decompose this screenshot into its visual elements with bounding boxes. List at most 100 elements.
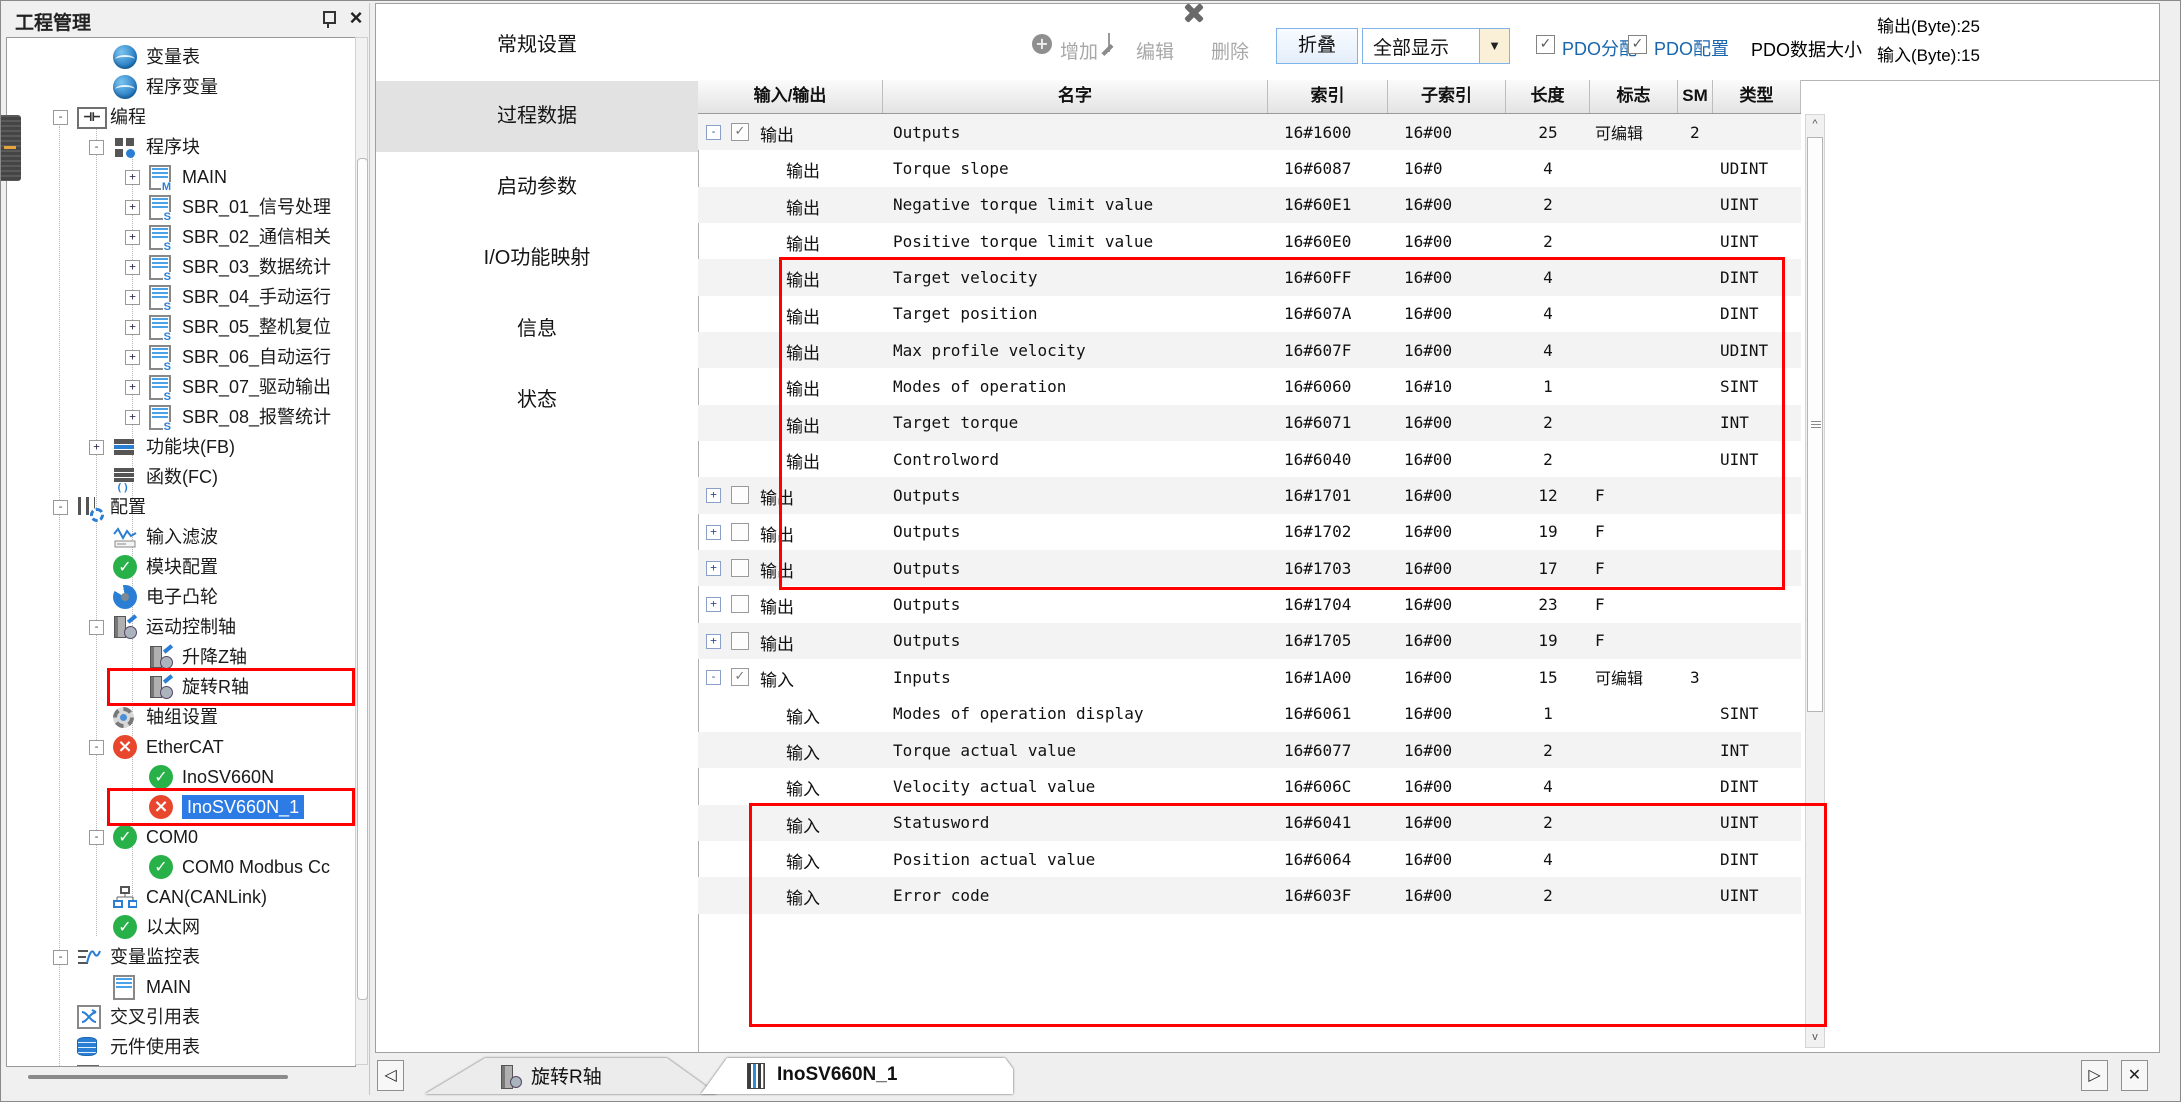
- close-icon[interactable]: ×: [345, 5, 367, 31]
- tree-item-MAIN[interactable]: MAIN: [7, 972, 356, 1002]
- tree-item-COM0 Modbus Cc[interactable]: ✓COM0 Modbus Cc: [7, 852, 356, 882]
- tree-item-模块配置[interactable]: ✓模块配置: [7, 552, 356, 582]
- pdo-row[interactable]: 输出Max profile velocity16#607F16#004UDINT: [698, 332, 1801, 368]
- tree-item-变量监控表[interactable]: -变量监控表: [7, 942, 356, 972]
- tree-item-EtherCAT[interactable]: -×EtherCAT: [7, 732, 356, 762]
- tree-horizontal-scrollbar[interactable]: [6, 1069, 354, 1085]
- pdo-row[interactable]: 输出Negative torque limit value16#60E116#0…: [698, 187, 1801, 223]
- expand-toggle[interactable]: +: [706, 488, 721, 503]
- column-header-SM[interactable]: SM: [1678, 80, 1713, 113]
- pdo-row[interactable]: 输入Torque actual value16#607716#002INT: [698, 732, 1801, 768]
- tab-scroll-left-button[interactable]: ◁: [377, 1060, 404, 1091]
- column-header-输入/输出[interactable]: 输入/输出: [698, 80, 883, 113]
- scroll-down-icon[interactable]: v: [1806, 1028, 1824, 1047]
- tree-item-SBR_08_报警统计[interactable]: +SBR_08_报警统计: [7, 402, 356, 432]
- tree-item-输入滤波[interactable]: 输入滤波: [7, 522, 356, 552]
- pdo-row[interactable]: 输出Torque slope16#608716#04UDINT: [698, 150, 1801, 186]
- tree-item-元件使用表[interactable]: 元件使用表: [7, 1032, 356, 1062]
- tree-item-升降Z轴[interactable]: 升降Z轴: [7, 642, 356, 672]
- scrollbar-thumb[interactable]: [28, 1075, 288, 1079]
- pdo-row[interactable]: +输出Outputs16#170116#0012F: [698, 477, 1801, 513]
- table-vertical-scrollbar[interactable]: ^ v: [1805, 114, 1825, 1048]
- column-header-名字[interactable]: 名字: [883, 80, 1268, 113]
- tree-item-SBR_05_整机复位[interactable]: +SBR_05_整机复位: [7, 312, 356, 342]
- row-checkbox[interactable]: [731, 523, 749, 541]
- tree-vertical-scrollbar[interactable]: [355, 37, 368, 1065]
- expand-toggle[interactable]: -: [706, 125, 721, 140]
- expand-toggle[interactable]: -: [89, 740, 104, 755]
- row-checkbox[interactable]: ✓: [731, 668, 749, 686]
- delete-button[interactable]: 删除: [1211, 37, 1249, 64]
- expand-toggle[interactable]: -: [53, 950, 68, 965]
- pdo-row[interactable]: 输出Target torque16#607116#002INT: [698, 405, 1801, 441]
- expand-toggle[interactable]: +: [706, 634, 721, 649]
- column-header-长度[interactable]: 长度: [1506, 80, 1590, 113]
- settings-menu-item-I/O功能映射[interactable]: I/O功能映射: [376, 223, 698, 294]
- pdo-row[interactable]: 输出Modes of operation16#606016#101SINT: [698, 368, 1801, 404]
- tree-item-变量表[interactable]: 变量表: [7, 42, 356, 72]
- tree-item-SBR_03_数据统计[interactable]: +SBR_03_数据统计: [7, 252, 356, 282]
- column-header-子索引[interactable]: 子索引: [1388, 80, 1506, 113]
- pin-icon[interactable]: [321, 10, 335, 28]
- tree-item-SBR_01_信号处理[interactable]: +SBR_01_信号处理: [7, 192, 356, 222]
- column-header-索引[interactable]: 索引: [1268, 80, 1388, 113]
- expand-toggle[interactable]: +: [706, 597, 721, 612]
- pdo-row[interactable]: 输出Target position16#607A16#004DINT: [698, 296, 1801, 332]
- row-checkbox[interactable]: [731, 595, 749, 613]
- expand-toggle[interactable]: +: [125, 260, 140, 275]
- pdo-row[interactable]: 输出Target velocity16#60FF16#004DINT: [698, 259, 1801, 295]
- pdo-row[interactable]: 输出Positive torque limit value16#60E016#0…: [698, 223, 1801, 259]
- scrollbar-thumb[interactable]: [1807, 137, 1823, 712]
- pdo-row[interactable]: 输出Controlword16#604016#002UINT: [698, 441, 1801, 477]
- tree-item-SBR_06_自动运行[interactable]: +SBR_06_自动运行: [7, 342, 356, 372]
- expand-toggle[interactable]: +: [125, 230, 140, 245]
- tab-旋转R轴[interactable]: 旋转R轴: [425, 1058, 717, 1094]
- pdo-row[interactable]: +输出Outputs16#170416#0023F: [698, 586, 1801, 622]
- row-checkbox[interactable]: [731, 632, 749, 650]
- tab-InoSV660N_1[interactable]: InoSV660N_1: [701, 1058, 1013, 1094]
- expand-toggle[interactable]: -: [53, 500, 68, 515]
- tree-item-电子凸轮[interactable]: 电子凸轮: [7, 582, 356, 612]
- tree-item-程序块[interactable]: -程序块: [7, 132, 356, 162]
- pdo-row[interactable]: -✓输出Outputs16#160016#0025可编辑2: [698, 114, 1801, 150]
- tree-item-SBR_04_手动运行[interactable]: +SBR_04_手动运行: [7, 282, 356, 312]
- expand-toggle[interactable]: +: [125, 200, 140, 215]
- tree-item-以太网[interactable]: ✓以太网: [7, 912, 356, 942]
- expand-toggle[interactable]: +: [125, 290, 140, 305]
- settings-menu-item-过程数据[interactable]: 过程数据: [376, 81, 698, 152]
- tree-item-轴组设置[interactable]: 轴组设置: [7, 702, 356, 732]
- tree-item-函数(FC)[interactable]: 函数(FC): [7, 462, 356, 492]
- scroll-up-icon[interactable]: ^: [1806, 115, 1824, 134]
- settings-menu-item-常规设置[interactable]: 常规设置: [376, 10, 698, 81]
- tree-item-配置[interactable]: -配置: [7, 492, 356, 522]
- tree-item-InoSV660N_1[interactable]: ×InoSV660N_1: [7, 792, 356, 822]
- pdo-row[interactable]: +输出Outputs16#170316#0017F: [698, 550, 1801, 586]
- expand-toggle[interactable]: -: [89, 620, 104, 635]
- tree-item-SBR_07_驱动输出[interactable]: +SBR_07_驱动输出: [7, 372, 356, 402]
- expand-toggle[interactable]: +: [125, 320, 140, 335]
- settings-menu-item-状态[interactable]: 状态: [376, 365, 698, 436]
- expand-toggle[interactable]: +: [706, 525, 721, 540]
- scrollbar-thumb[interactable]: [357, 158, 368, 1000]
- pdo-assign-checkbox[interactable]: ✓: [1536, 35, 1555, 54]
- expand-toggle[interactable]: +: [89, 440, 104, 455]
- tree-item-partial[interactable]: [7, 1062, 356, 1067]
- pdo-row[interactable]: +输出Outputs16#170216#0019F: [698, 514, 1801, 550]
- tree-item-SBR_02_通信相关[interactable]: +SBR_02_通信相关: [7, 222, 356, 252]
- tree-item-旋转R轴[interactable]: 旋转R轴: [7, 672, 356, 702]
- pdo-row[interactable]: 输入Position actual value16#606416#004DINT: [698, 841, 1801, 877]
- collapsed-panel-grip[interactable]: [1, 115, 21, 181]
- row-checkbox[interactable]: ✓: [731, 123, 749, 141]
- expand-toggle[interactable]: +: [125, 170, 140, 185]
- pdo-row[interactable]: 输入Statusword16#604116#002UINT: [698, 805, 1801, 841]
- settings-menu-item-启动参数[interactable]: 启动参数: [376, 152, 698, 223]
- pdo-config-checkbox[interactable]: ✓: [1628, 35, 1647, 54]
- column-header-类型[interactable]: 类型: [1713, 80, 1801, 113]
- tree-item-CAN(CANLink)[interactable]: CAN(CANLink): [7, 882, 356, 912]
- pdo-row[interactable]: +输出Outputs16#170516#0019F: [698, 623, 1801, 659]
- tree-item-交叉引用表[interactable]: 交叉引用表: [7, 1002, 356, 1032]
- expand-toggle[interactable]: +: [125, 380, 140, 395]
- tree-item-功能块(FB)[interactable]: +功能块(FB): [7, 432, 356, 462]
- pdo-row[interactable]: 输入Error code16#603F16#002UINT: [698, 877, 1801, 913]
- expand-toggle[interactable]: -: [706, 670, 721, 685]
